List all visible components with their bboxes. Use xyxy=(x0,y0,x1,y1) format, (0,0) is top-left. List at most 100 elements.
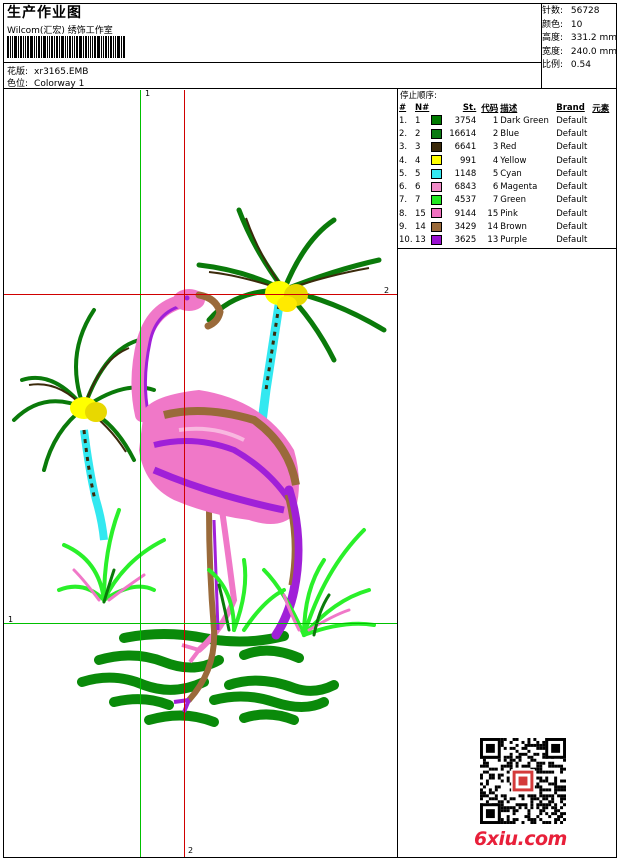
col-brand: Brand xyxy=(556,102,585,113)
color-swatch xyxy=(431,221,443,232)
row-stitches: 3754 xyxy=(454,115,477,126)
row-no: 4. xyxy=(399,155,408,166)
guide-label-h2: 2 xyxy=(384,286,390,295)
row-no: 10. xyxy=(399,235,413,246)
site-logo: 6xiu.com xyxy=(474,828,567,850)
color-swatch xyxy=(431,235,443,246)
row-stitches: 6843 xyxy=(454,182,477,193)
row-brand: Default xyxy=(556,128,588,139)
row-no: 1. xyxy=(399,115,408,126)
row-n: 13 xyxy=(415,235,426,246)
row-code: 14 xyxy=(487,222,499,233)
row-brand: Default xyxy=(556,195,588,206)
colorway-value: Colorway 1 xyxy=(34,79,85,89)
row-stitches: 991 xyxy=(460,155,477,166)
row-desc: Blue xyxy=(500,128,520,139)
row-n: 7 xyxy=(415,195,421,206)
table-row: 10. 13 3625 13 Purple Default xyxy=(398,234,617,247)
row-desc: Pink xyxy=(500,208,518,219)
row-stitches: 3429 xyxy=(454,222,477,233)
row-no: 5. xyxy=(399,168,408,179)
row-n: 15 xyxy=(415,208,426,219)
table-row: 3. 3 6641 3 Red Default xyxy=(398,141,617,154)
subtitle: Wilcom(汇宏) 绣饰工作室 xyxy=(7,26,113,36)
row-n: 5 xyxy=(415,168,421,179)
table-row: 6. 6 6843 6 Magenta Default xyxy=(398,180,617,193)
color-swatch xyxy=(431,115,443,126)
row-brand: Default xyxy=(556,208,588,219)
stat-height: 高度: 331.2 mm xyxy=(542,33,618,43)
barcode xyxy=(7,36,127,58)
left-palm xyxy=(12,308,156,541)
guide-horizontal-2 xyxy=(4,294,397,295)
row-brand: Default xyxy=(556,182,588,193)
row-code: 1 xyxy=(492,115,499,126)
water-ripples xyxy=(77,629,339,727)
row-code: 5 xyxy=(492,168,499,179)
table-header-row: # N# St. 代码 描述 Brand 元素 xyxy=(398,101,617,114)
color-swatch xyxy=(431,181,443,192)
stats-panel: 针数: 56728 颜色: 10 高度: 331.2 mm 宽度: 240.0 … xyxy=(542,5,617,73)
row-desc: Red xyxy=(500,142,517,153)
row-no: 9. xyxy=(399,222,408,233)
stop-sequence-panel: 停止顺序: # N# St. 代码 描述 Brand 元素 1. 1 3754 1 Da… xyxy=(398,88,617,248)
stat-width: 宽度: 240.0 mm xyxy=(542,46,618,57)
row-desc: Yellow xyxy=(500,155,527,166)
colorway-line: 色位: Colorway 1 xyxy=(7,76,84,89)
row-n: 2 xyxy=(415,128,421,139)
row-code: 2 xyxy=(492,128,499,139)
qr-code xyxy=(480,738,566,824)
col-n: N# xyxy=(415,102,430,113)
row-desc: Brown xyxy=(500,222,527,233)
row-code: 3 xyxy=(492,142,499,153)
stat-stitches: 针数: 56728 xyxy=(542,6,600,16)
row-desc: Magenta xyxy=(500,182,538,193)
row-n: 3 xyxy=(415,142,421,153)
row-code: 7 xyxy=(492,195,499,206)
row-brand: Default xyxy=(556,155,588,166)
col-code: 代码 xyxy=(481,103,499,114)
table-row: 1. 1 3754 1 Dark Green Default xyxy=(398,114,617,127)
row-n: 14 xyxy=(415,222,426,233)
guide-label-v2: 2 xyxy=(188,846,194,855)
row-brand: Default xyxy=(556,235,588,246)
col-desc: 描述 xyxy=(500,103,518,114)
row-code: 13 xyxy=(487,235,499,246)
color-swatch xyxy=(431,155,443,166)
colorway-label: 色位: xyxy=(7,79,29,89)
row-brand: Default xyxy=(556,115,588,126)
row-stitches: 1148 xyxy=(454,168,477,179)
color-swatch xyxy=(431,208,443,219)
embroidery-artwork xyxy=(12,207,387,727)
table-row: 9. 14 3429 14 Brown Default xyxy=(398,220,617,233)
color-swatch xyxy=(431,195,443,206)
stop-sequence-title: 停止顺序: xyxy=(400,91,437,101)
row-no: 6. xyxy=(399,182,408,193)
guide-label-h1: 1 xyxy=(8,615,14,624)
row-no: 8. xyxy=(399,208,408,219)
row-no: 2. xyxy=(399,128,408,139)
guide-vertical-1 xyxy=(140,90,141,857)
row-stitches: 9144 xyxy=(454,208,477,219)
guide-horizontal-1 xyxy=(4,623,397,624)
page-title: 生产作业图 xyxy=(7,5,82,21)
row-stitches: 16614 xyxy=(449,128,477,139)
meta-divider xyxy=(3,62,541,63)
color-swatch xyxy=(431,141,443,152)
table-row: 2. 2 16614 2 Blue Default xyxy=(398,127,617,140)
row-n: 6 xyxy=(415,182,421,193)
color-swatch xyxy=(431,168,443,179)
row-stitches: 6641 xyxy=(454,142,477,153)
row-no: 3. xyxy=(399,142,408,153)
row-desc: Purple xyxy=(500,235,528,246)
stop-sequence-table: # N# St. 代码 描述 Brand 元素 1. 1 3754 1 Dark Gre… xyxy=(398,101,617,247)
row-no: 7. xyxy=(399,195,408,206)
col-st: St. xyxy=(462,102,477,113)
row-brand: Default xyxy=(556,222,588,233)
row-brand: Default xyxy=(556,168,588,179)
table-divider xyxy=(397,248,617,249)
color-swatch xyxy=(431,128,443,139)
stat-scale: 比例: 0.54 xyxy=(542,60,591,70)
guide-vertical-2 xyxy=(184,90,185,857)
row-n: 1 xyxy=(415,115,421,126)
